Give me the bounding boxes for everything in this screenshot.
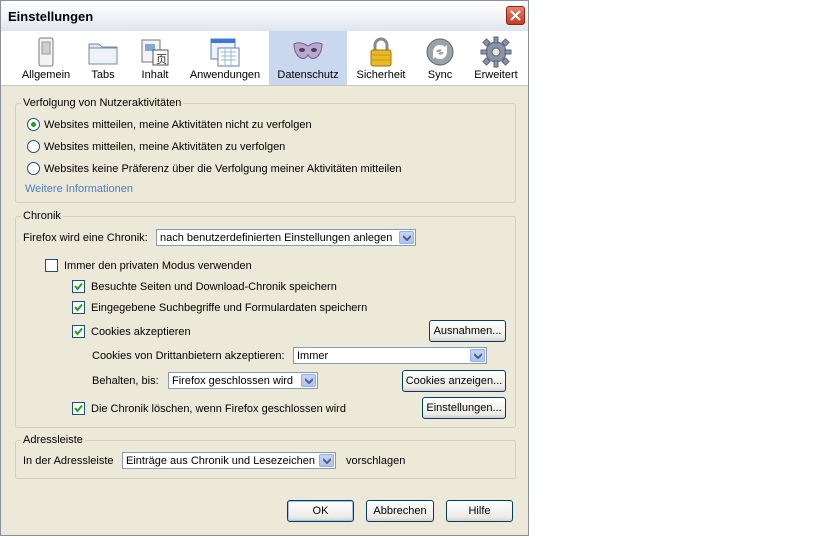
history-mode-select[interactable]: nach benutzerdefinierten Einstellungen a… bbox=[156, 229, 416, 246]
addressbar-suffix: vorschlagen bbox=[346, 455, 406, 467]
content-icon: 页 bbox=[141, 39, 169, 66]
radio-button[interactable] bbox=[27, 118, 40, 131]
check-icon bbox=[74, 303, 83, 312]
applications-icon bbox=[210, 38, 240, 67]
tab-anwendungen[interactable]: Anwendungen bbox=[181, 31, 269, 85]
cancel-button[interactable]: Abbrechen bbox=[366, 500, 434, 522]
third-party-label: Cookies von Drittanbietern akzeptieren: bbox=[92, 350, 285, 362]
addressbar-prefix: In der Adressleiste bbox=[23, 455, 114, 467]
tab-sync[interactable]: Sync bbox=[415, 31, 465, 85]
tab-label: Sicherheit bbox=[356, 69, 406, 81]
tab-label: Datenschutz bbox=[277, 69, 339, 81]
tab-label: Inhalt bbox=[141, 69, 169, 81]
keep-until-label: Behalten, bis: bbox=[92, 375, 159, 387]
radio-button[interactable] bbox=[27, 140, 40, 153]
tracking-option-none[interactable]: Websites keine Präferenz über die Verfol… bbox=[27, 162, 402, 175]
radio-button[interactable] bbox=[27, 162, 40, 175]
show-cookies-button[interactable]: Cookies anzeigen... bbox=[402, 370, 506, 392]
tab-label: Tabs bbox=[91, 69, 115, 81]
checkbox[interactable] bbox=[72, 280, 85, 293]
close-button[interactable] bbox=[506, 6, 525, 25]
checkbox[interactable] bbox=[72, 402, 85, 415]
tracking-option-dnt[interactable]: Websites mitteilen, meine Aktivitäten ni… bbox=[27, 118, 312, 131]
addressbar-select[interactable]: Einträge aus Chronik und Lesezeichen bbox=[122, 452, 336, 469]
dropdown-arrow[interactable] bbox=[470, 349, 485, 362]
checkbox-label: Cookies akzeptieren bbox=[91, 325, 191, 338]
dropdown-arrow[interactable] bbox=[301, 374, 316, 387]
select-value: Einträge aus Chronik und Lesezeichen bbox=[126, 455, 315, 467]
help-button[interactable]: Hilfe bbox=[446, 500, 513, 522]
tab-label: Sync bbox=[427, 69, 453, 81]
check-icon bbox=[74, 282, 83, 291]
checkbox[interactable] bbox=[72, 325, 85, 338]
title-bar: Einstellungen bbox=[1, 1, 528, 32]
keep-until-select[interactable]: Firefox geschlossen wird bbox=[168, 372, 318, 389]
check-icon bbox=[74, 327, 83, 336]
preferences-toolbar: Allgemein Tabs 页 Inhalt Anwendungen Date… bbox=[1, 31, 528, 86]
checkbox-label: Eingegebene Suchbegriffe und Formulardat… bbox=[91, 301, 368, 314]
close-icon bbox=[510, 10, 521, 21]
option-label: Websites mitteilen, meine Aktivitäten ni… bbox=[44, 118, 312, 131]
addressbar-legend: Adressleiste bbox=[23, 434, 83, 446]
dropdown-arrow[interactable] bbox=[399, 231, 414, 244]
history-legend: Chronik bbox=[23, 210, 61, 222]
third-party-select[interactable]: Immer bbox=[293, 347, 487, 364]
tab-label: Allgemein bbox=[21, 69, 71, 81]
checkbox[interactable] bbox=[72, 301, 85, 314]
history-settings-button[interactable]: Einstellungen... bbox=[422, 397, 506, 419]
sync-icon bbox=[426, 38, 454, 66]
clear-on-close-checkbox[interactable]: Die Chronik löschen, wenn Firefox geschl… bbox=[72, 402, 346, 415]
exceptions-button[interactable]: Ausnahmen... bbox=[429, 320, 506, 342]
tab-label: Erweitert bbox=[474, 69, 518, 81]
select-value: Firefox geschlossen wird bbox=[172, 375, 294, 387]
chevron-down-icon bbox=[474, 353, 482, 359]
tab-sicherheit[interactable]: Sicherheit bbox=[347, 31, 415, 85]
tab-erweitert[interactable]: Erweitert bbox=[465, 31, 527, 85]
search-form-checkbox[interactable]: Eingegebene Suchbegriffe und Formulardat… bbox=[72, 301, 367, 314]
padlock-icon bbox=[370, 37, 392, 67]
ok-button[interactable]: OK bbox=[287, 500, 354, 522]
more-info-link[interactable]: Weitere Informationen bbox=[25, 183, 133, 195]
checkbox-label: Die Chronik löschen, wenn Firefox geschl… bbox=[91, 402, 346, 415]
visited-pages-checkbox[interactable]: Besuchte Seiten und Download-Chronik spe… bbox=[72, 280, 337, 293]
folder-tabs-icon bbox=[88, 43, 118, 65]
history-mode-label: Firefox wird eine Chronik: bbox=[23, 232, 148, 244]
checkbox[interactable] bbox=[45, 259, 58, 272]
cookies-checkbox[interactable]: Cookies akzeptieren bbox=[72, 325, 191, 338]
tracking-option-allow[interactable]: Websites mitteilen, meine Aktivitäten zu… bbox=[27, 140, 285, 153]
preferences-window: Einstellungen Allgemein Tabs 页 Inhalt An… bbox=[0, 0, 529, 536]
checkbox-label: Immer den privaten Modus verwenden bbox=[64, 259, 252, 272]
tab-allgemein[interactable]: Allgemein bbox=[15, 31, 77, 85]
tab-label: Anwendungen bbox=[189, 69, 261, 81]
tab-tabs[interactable]: Tabs bbox=[77, 31, 129, 85]
chevron-down-icon bbox=[403, 235, 411, 241]
mask-icon bbox=[293, 42, 323, 59]
chevron-down-icon bbox=[323, 458, 331, 464]
tab-inhalt[interactable]: 页 Inhalt bbox=[129, 31, 181, 85]
select-value: Immer bbox=[297, 350, 329, 362]
gear-icon bbox=[480, 36, 512, 68]
select-value: nach benutzerdefinierten Einstellungen a… bbox=[160, 232, 393, 244]
option-label: Websites mitteilen, meine Aktivitäten zu… bbox=[44, 140, 286, 153]
tracking-legend: Verfolgung von Nutzeraktivitäten bbox=[23, 97, 182, 109]
svg-text:页: 页 bbox=[156, 53, 167, 66]
check-icon bbox=[74, 404, 83, 413]
dropdown-arrow[interactable] bbox=[319, 454, 334, 467]
chevron-down-icon bbox=[305, 378, 313, 384]
window-title: Einstellungen bbox=[8, 9, 94, 24]
tab-datenschutz[interactable]: Datenschutz bbox=[269, 31, 347, 85]
switch-icon bbox=[38, 37, 54, 67]
private-mode-checkbox[interactable]: Immer den privaten Modus verwenden bbox=[45, 259, 252, 272]
option-label: Websites keine Präferenz über die Verfol… bbox=[44, 162, 402, 175]
checkbox-label: Besuchte Seiten und Download-Chronik spe… bbox=[91, 280, 337, 293]
